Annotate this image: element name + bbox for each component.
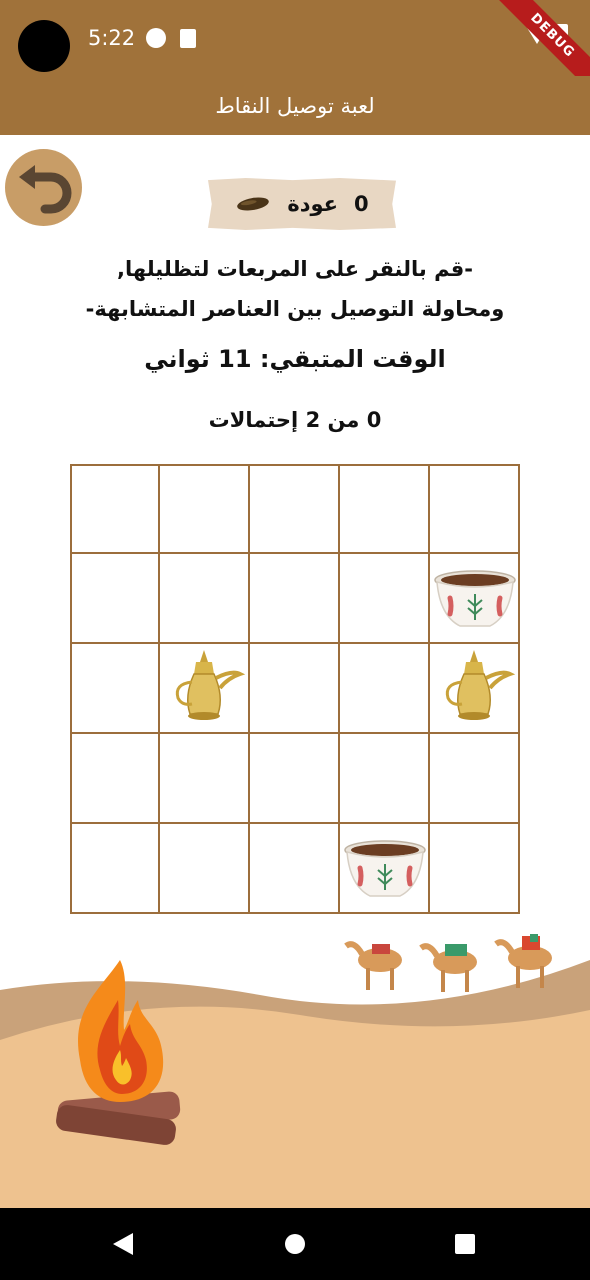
coffee-cup-icon — [344, 840, 426, 897]
grid-cell-r2-c3[interactable] — [338, 642, 430, 734]
grid-cell-r3-c2[interactable] — [248, 732, 340, 824]
returns-label: عودة — [287, 192, 339, 216]
grid-cell-r2-c1[interactable] — [158, 642, 250, 734]
page-title: لعبة توصيل النقاط — [215, 93, 375, 118]
sd-card-icon — [180, 29, 196, 48]
game-grid — [70, 464, 520, 914]
coffee-cup-icon — [434, 570, 516, 627]
grid-cell-r4-c1[interactable] — [158, 822, 250, 914]
grid-cell-r1-c0[interactable] — [70, 552, 160, 644]
grid-cell-r0-c2[interactable] — [248, 464, 340, 554]
grid-cell-r0-c1[interactable] — [158, 464, 250, 554]
timer: الوقت المتبقي: 11 ثواني — [0, 345, 590, 373]
data-saver-icon — [146, 28, 166, 48]
returns-count: 0 — [354, 192, 369, 216]
instructions: -قم بالنقر على المربعات لتظليلها, ومحاول… — [0, 249, 590, 329]
grid-cell-r1-c4[interactable] — [428, 552, 520, 644]
attempts-separator: من — [327, 408, 360, 432]
grid-cell-r3-c3[interactable] — [338, 732, 430, 824]
grid-cell-r0-c3[interactable] — [338, 464, 430, 554]
grid-cell-r1-c1[interactable] — [158, 552, 250, 644]
grid-cell-r2-c0[interactable] — [70, 642, 160, 734]
grid-cell-r4-c4[interactable] — [428, 822, 520, 914]
grid-cell-r4-c0[interactable] — [70, 822, 160, 914]
undo-button[interactable] — [5, 149, 82, 226]
grid-cell-r2-c4[interactable] — [428, 642, 520, 734]
grid-cell-r4-c2[interactable] — [248, 822, 340, 914]
dallah-pot-icon — [175, 650, 246, 720]
grid-cell-r1-c3[interactable] — [338, 552, 430, 644]
attempts-current: 0 — [366, 408, 382, 432]
grid-cell-r0-c4[interactable] — [428, 464, 520, 554]
timer-unit: ثواني — [144, 345, 210, 373]
grid-cell-r1-c2[interactable] — [248, 552, 340, 644]
app-bar: لعبة توصيل النقاط — [0, 76, 590, 135]
attempts-label: إحتمالات — [208, 408, 299, 432]
attempts-counter: 0 من 2 إحتمالات — [0, 408, 590, 432]
grid-cell-r3-c1[interactable] — [158, 732, 250, 824]
grid-cell-r2-c2[interactable] — [248, 642, 340, 734]
camera-cutout — [18, 20, 70, 72]
desert-scene — [0, 934, 590, 1208]
instructions-line-2: ومحاولة التوصيل بين العناصر المتشابهة- — [85, 297, 505, 321]
date-fruit-icon — [237, 197, 270, 211]
returns-counter: 0 عودة — [208, 178, 396, 230]
timer-label: الوقت المتبقي: — [259, 345, 446, 373]
undo-arrow-icon — [19, 165, 72, 214]
status-bar: 5:22 DEBUG — [0, 0, 590, 102]
nav-recents-icon[interactable] — [455, 1234, 475, 1254]
dallah-pot-icon — [445, 650, 516, 720]
timer-value: 11 — [218, 345, 252, 373]
grid-cell-r4-c3[interactable] — [338, 822, 430, 914]
attempts-total: 2 — [305, 408, 321, 432]
nav-back-icon[interactable] — [113, 1233, 133, 1255]
grid-cell-r3-c4[interactable] — [428, 732, 520, 824]
grid-cell-r3-c0[interactable] — [70, 732, 160, 824]
grid-cell-r0-c0[interactable] — [70, 464, 160, 554]
instructions-line-1: -قم بالنقر على المربعات لتظليلها, — [116, 257, 474, 281]
nav-home-icon[interactable] — [285, 1234, 305, 1254]
status-time: 5:22 — [88, 26, 136, 50]
